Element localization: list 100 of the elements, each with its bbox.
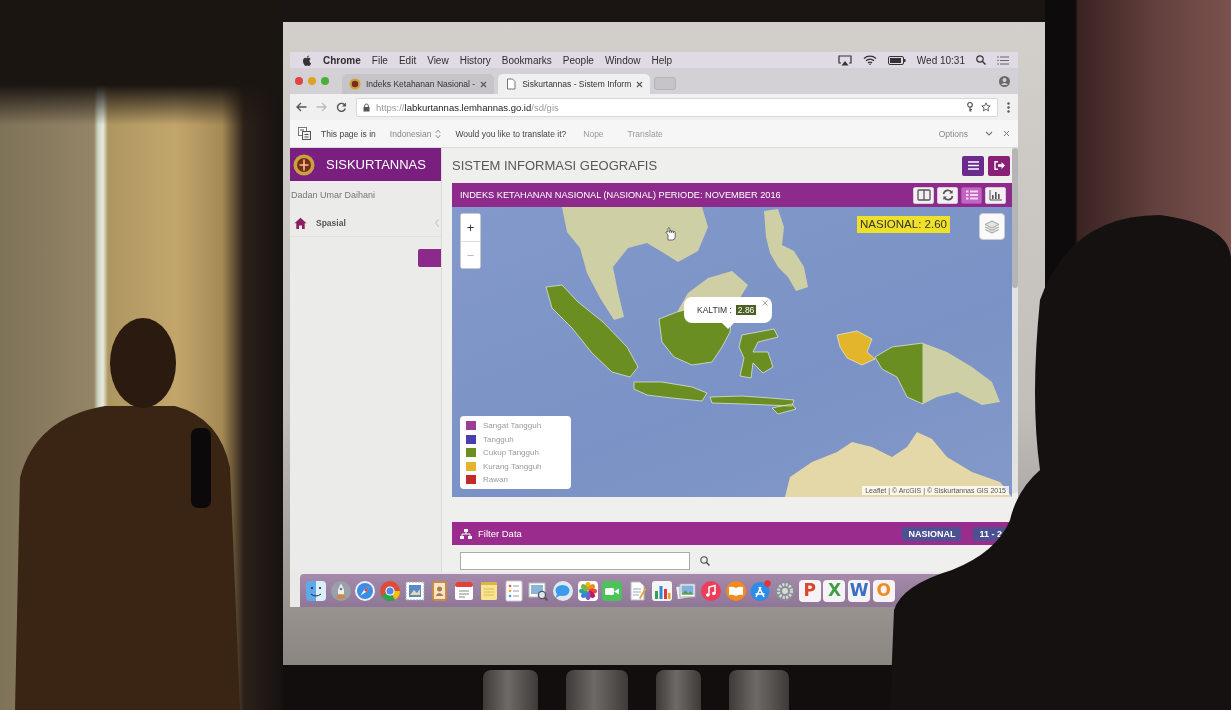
menu-button[interactable]: [962, 155, 984, 176]
wifi-icon[interactable]: [862, 55, 877, 65]
sidebar-toggle-button[interactable]: [418, 249, 441, 267]
magnified-photo-icon[interactable]: [527, 579, 550, 602]
menu-item[interactable]: History: [459, 54, 491, 66]
sulawesi-island: [738, 328, 779, 379]
music-note-icon[interactable]: [700, 579, 722, 602]
reload-icon[interactable]: [336, 101, 347, 113]
chevron-down-icon[interactable]: [985, 131, 993, 136]
legend-label: Kurang Tangguh: [483, 461, 542, 471]
menu-item[interactable]: Bookmarks: [501, 54, 552, 66]
clock-text[interactable]: Wed 10:31: [916, 54, 965, 66]
national-score-label: NASIONAL: 2.60: [857, 216, 950, 233]
water-glass: [729, 670, 789, 710]
bar-chart-icon[interactable]: [650, 579, 673, 602]
menu-item[interactable]: File: [371, 54, 388, 66]
more-menu-icon[interactable]: [1007, 101, 1010, 113]
layers-icon: [984, 219, 1000, 234]
popup-value: 2.86: [735, 305, 757, 315]
user-name: Dadan Umar Daihani: [290, 189, 377, 200]
maluku-region: [836, 330, 876, 366]
translate-prompt: This page is in: [321, 128, 376, 139]
menu-item[interactable]: Help: [651, 54, 673, 66]
address-field[interactable]: https://labkurtannas.lemhannas.go.id/sd/gis: [356, 97, 998, 117]
home-icon: [294, 217, 307, 229]
back-icon[interactable]: [296, 102, 307, 112]
segmented-ring-icon[interactable]: [379, 579, 402, 602]
filter-badge: NASIONAL: [902, 526, 962, 541]
app-menu[interactable]: Chrome: [323, 54, 361, 66]
scrollbar-thumb[interactable]: [1012, 148, 1018, 288]
papua-region: [874, 342, 924, 405]
emblem-icon: [349, 78, 361, 90]
legend-label: Sangat Tangguh: [483, 421, 542, 430]
page-title: SISTEM INFORMASI GEOGRAFIS: [452, 158, 658, 173]
checklist-icon[interactable]: [502, 579, 525, 602]
language-select[interactable]: Indonesian: [385, 128, 446, 139]
map-title: INDEKS KETAHANAN NASIONAL (NASIONAL) PERIODE: NOVEMBER 2016: [460, 190, 781, 200]
menu-item[interactable]: Window: [604, 54, 641, 66]
browser-tab[interactable]: Siskurtannas - Sistem Inform: [498, 74, 651, 94]
scrollbar[interactable]: [1012, 148, 1018, 493]
close-icon[interactable]: [1003, 130, 1010, 137]
screen-cast-icon[interactable]: [837, 54, 852, 66]
speech-bubble-icon[interactable]: [551, 579, 574, 602]
water-glass: [656, 670, 701, 710]
logout-button[interactable]: [988, 155, 1010, 176]
close-icon[interactable]: [636, 80, 644, 88]
bar-chart-icon: [988, 189, 1003, 201]
menu-item[interactable]: Edit: [398, 54, 417, 66]
menu-icon: [967, 161, 979, 170]
menu-item[interactable]: View: [427, 54, 449, 66]
apple-icon[interactable]: [302, 54, 312, 66]
list-icon: [964, 189, 979, 201]
browser-tab[interactable]: Indeks Ketahanan Nasional -: [342, 74, 495, 94]
water-glass: [566, 670, 628, 710]
split-face-icon[interactable]: [305, 579, 327, 602]
emblem-icon: [293, 153, 315, 176]
letter-logo[interactable]: W: [848, 579, 871, 602]
hierarchy-icon: [460, 528, 472, 539]
logout-icon: [993, 161, 1005, 170]
profile-icon[interactable]: [999, 75, 1010, 87]
zoom-dot-icon[interactable]: [321, 77, 329, 85]
map-tool-button[interactable]: [961, 186, 982, 204]
menu-item[interactable]: People: [562, 54, 594, 66]
gear-icon[interactable]: [774, 579, 797, 602]
flower-icon[interactable]: [576, 579, 599, 602]
list-icon[interactable]: [997, 55, 1009, 65]
rocket-icon[interactable]: [329, 579, 352, 602]
compass-icon[interactable]: [354, 579, 377, 602]
search-icon[interactable]: [700, 556, 710, 566]
battery-icon[interactable]: [887, 55, 906, 65]
close-dot-icon[interactable]: [295, 77, 303, 85]
search-field[interactable]: [460, 552, 690, 570]
columns-icon: [916, 189, 931, 201]
translate-question: Would you like to translate it?: [455, 128, 567, 139]
search-icon[interactable]: [976, 55, 986, 65]
brand-name[interactable]: SISKURTANNAS: [326, 157, 426, 172]
pencil-brush-circle-icon[interactable]: [749, 579, 772, 602]
lock-icon: [363, 102, 370, 112]
letter-logo[interactable]: P: [798, 579, 821, 602]
close-icon[interactable]: [480, 80, 488, 88]
legend-label: Cukup Tangguh: [483, 448, 539, 457]
hand-cursor-icon: [665, 227, 677, 241]
video-camera-icon[interactable]: [601, 579, 624, 602]
stamp-icon[interactable]: [403, 579, 426, 602]
nav-item[interactable]: Spasial: [290, 210, 441, 237]
popup-label: KALTIM :: [697, 305, 732, 315]
legend-label: Tangguh: [483, 434, 514, 444]
filter-title: Filter Data: [478, 528, 522, 539]
calendar-icon[interactable]: [453, 579, 476, 602]
open-book-icon[interactable]: [724, 579, 747, 602]
refresh-icon: [940, 189, 955, 201]
water-glass: [483, 670, 538, 710]
star-icon[interactable]: [981, 102, 991, 112]
options-button[interactable]: Options: [931, 128, 975, 139]
updown-icon: [435, 128, 442, 139]
translate-icon: [298, 127, 311, 140]
page-icon: [505, 78, 518, 90]
minimize-dot-icon[interactable]: [308, 77, 316, 85]
key-icon[interactable]: [966, 102, 974, 112]
legend-label: Rawan: [483, 475, 508, 484]
